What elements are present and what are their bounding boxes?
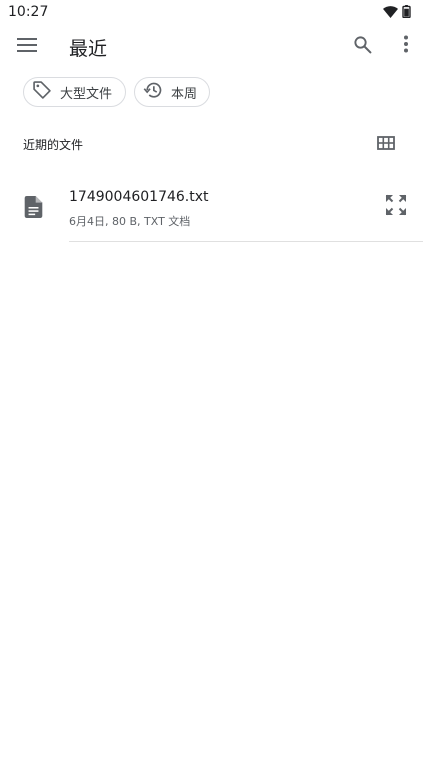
list-divider: [69, 241, 423, 242]
label-tag-icon: [32, 80, 52, 104]
more-options-button[interactable]: [386, 26, 426, 66]
filter-chips: 大型文件 本周: [23, 77, 210, 107]
recent-files-screen: 10:27 最近 大型文件 本周 近期的文件 1749004601746.txt…: [0, 0, 431, 767]
status-time: 10:27: [8, 4, 49, 20]
menu-button[interactable]: [7, 26, 47, 66]
section-title: 近期的文件: [23, 138, 84, 152]
status-bar: 10:27: [0, 0, 431, 24]
app-bar: 最近: [0, 24, 431, 70]
search-button[interactable]: [342, 26, 382, 66]
document-icon: [24, 196, 43, 222]
chip-large-files[interactable]: 大型文件: [23, 77, 126, 107]
grid-view-icon: [377, 135, 395, 154]
expand-icon: [384, 193, 408, 221]
grid-view-button[interactable]: [374, 133, 398, 155]
wifi-icon: [383, 5, 398, 18]
page-title: 最近: [69, 38, 108, 60]
search-icon: [353, 35, 372, 58]
file-name: 1749004601746.txt: [69, 189, 209, 205]
chip-label-large-files: 大型文件: [60, 86, 113, 102]
status-icons: [383, 5, 411, 18]
file-meta: 6月4日, 80 B, TXT 文档: [69, 215, 191, 228]
file-list-item[interactable]: 1749004601746.txt 6月4日, 80 B, TXT 文档: [0, 178, 431, 242]
menu-icon: [17, 37, 37, 56]
history-icon: [143, 80, 163, 104]
chip-label-this-week: 本周: [171, 86, 198, 102]
chip-this-week[interactable]: 本周: [134, 77, 210, 107]
battery-icon: [402, 5, 411, 18]
preview-expand-button[interactable]: [383, 194, 409, 220]
more-vert-icon: [403, 35, 409, 57]
